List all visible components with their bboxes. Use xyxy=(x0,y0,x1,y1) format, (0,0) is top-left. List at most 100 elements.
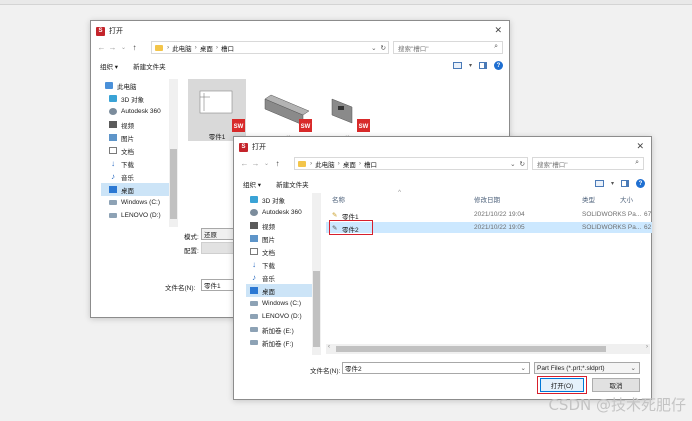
refresh-icon[interactable]: ↻ xyxy=(381,44,386,52)
column-name[interactable]: 名称 xyxy=(332,194,345,204)
download-icon: ↓ xyxy=(111,159,115,168)
organize-button[interactable]: 组织 ▾ xyxy=(100,61,118,71)
tree-item-documents[interactable]: 文档 xyxy=(101,144,169,157)
back-dialog-titlebar: S 打开 ✕ xyxy=(91,21,509,41)
front-dialog-titlebar: S 打开 ✕ xyxy=(234,137,651,157)
tree-item-videos[interactable]: 视频 xyxy=(101,118,169,131)
config-label: 配置: xyxy=(184,248,199,255)
drive-icon xyxy=(250,340,258,345)
breadcrumb-item[interactable]: 槽口 xyxy=(364,159,377,169)
new-folder-button[interactable]: 新建文件夹 xyxy=(133,61,166,71)
file-size: 62 xyxy=(644,224,652,231)
breadcrumb-item[interactable]: 此电脑 xyxy=(315,159,335,169)
view-options-icon[interactable] xyxy=(452,62,462,69)
help-icon[interactable]: ? xyxy=(636,179,645,188)
front-address-bar[interactable]: › 此电脑 › 桌面 › 槽口 ⌄ ↻ xyxy=(294,157,528,170)
help-icon[interactable]: ? xyxy=(494,61,503,70)
config-select[interactable] xyxy=(201,242,235,254)
tree-item-3d-objects[interactable]: 3D 对象 xyxy=(246,193,312,206)
3d-objects-icon xyxy=(250,196,258,203)
tree-item-drive-c[interactable]: Windows (C:) xyxy=(101,196,169,209)
tree-item-desktop[interactable]: 桌面 xyxy=(246,284,312,297)
column-type[interactable]: 类型 xyxy=(582,194,595,204)
chevron-down-icon[interactable]: ⌄ xyxy=(510,160,515,168)
tree-item-drive-c[interactable]: Windows (C:) xyxy=(246,297,312,310)
view-options-icon[interactable] xyxy=(594,180,604,187)
front-toolbar: 组织 ▾ 新建文件夹 ▾ ? xyxy=(234,177,651,191)
back-search-input[interactable]: 搜索"槽口" ⌕ xyxy=(393,41,503,54)
svg-text:SW: SW xyxy=(359,124,369,130)
new-folder-button[interactable]: 新建文件夹 xyxy=(276,179,309,189)
up-arrow-icon[interactable]: ↑ xyxy=(272,160,283,168)
tree-item-drive-e[interactable]: 新加卷 (E:) xyxy=(246,323,312,336)
table-row[interactable]: ✎ 零件1 2021/10/22 19:04 SOLIDWORKS Pa... … xyxy=(326,209,652,221)
drive-icon xyxy=(250,301,258,306)
video-icon xyxy=(250,222,258,229)
tree-item-videos[interactable]: 视频 xyxy=(246,219,312,232)
back-arrow-icon[interactable]: ← xyxy=(96,44,107,52)
tree-item-autodesk[interactable]: Autodesk 360 xyxy=(246,206,312,219)
file-type: SOLIDWORKS Pa... xyxy=(582,211,642,218)
column-date[interactable]: 修改日期 xyxy=(474,194,500,204)
tree-item-drive-f[interactable]: 新加卷 (F:) xyxy=(246,336,312,349)
music-icon: ♪ xyxy=(252,273,256,282)
scroll-left-icon[interactable]: ‹ xyxy=(328,344,330,350)
filetype-select[interactable]: Part Files (*.prt;*.sldprt) ⌄ xyxy=(534,362,640,374)
video-icon xyxy=(109,121,117,128)
tree-item-downloads[interactable]: ↓ 下载 xyxy=(101,157,169,170)
tree-item-3d-objects[interactable]: 3D 对象 xyxy=(101,92,169,105)
breadcrumb-item[interactable]: 槽口 xyxy=(221,43,234,53)
back-arrow-icon[interactable]: ← xyxy=(239,160,250,168)
chevron-down-icon[interactable]: ⌄ xyxy=(631,364,636,372)
close-icon[interactable]: ✕ xyxy=(636,142,644,151)
tree-item-pictures[interactable]: 图片 xyxy=(101,131,169,144)
tree-item-music[interactable]: ♪ 音乐 xyxy=(101,170,169,183)
organize-button[interactable]: 组织 ▾ xyxy=(243,179,261,189)
refresh-icon[interactable]: ↻ xyxy=(520,160,525,168)
chevron-down-icon[interactable]: ▾ xyxy=(611,180,614,187)
desktop-icon xyxy=(109,186,117,193)
filename-input[interactable]: 零件2 ⌄ xyxy=(342,362,530,374)
scroll-right-icon[interactable]: › xyxy=(646,344,648,350)
tree-item-drive-d[interactable]: LENOVO (D:) xyxy=(246,310,312,323)
tree-item-music[interactable]: ♪ 音乐 xyxy=(246,271,312,284)
filename-input[interactable]: 零件1 xyxy=(201,279,235,291)
front-tree-scrollbar[interactable] xyxy=(312,193,321,355)
file-date: 2021/10/22 19:04 xyxy=(474,211,525,218)
tree-item-autodesk[interactable]: Autodesk 360 xyxy=(101,105,169,118)
tree-item-pictures[interactable]: 图片 xyxy=(246,232,312,245)
cancel-button[interactable]: 取消 xyxy=(592,378,640,392)
up-arrow-icon[interactable]: ↑ xyxy=(129,44,140,52)
tree-item-drive-d[interactable]: LENOVO (D:) xyxy=(101,209,169,222)
file-list-h-scrollbar[interactable]: ‹ › xyxy=(326,344,650,354)
column-size[interactable]: 大小 xyxy=(620,194,633,204)
sw-badge: SW xyxy=(299,119,312,132)
forward-arrow-icon[interactable]: → xyxy=(107,44,118,52)
sw-badge: SW xyxy=(357,119,370,132)
chevron-down-icon[interactable]: ⌄ xyxy=(371,44,376,52)
breadcrumb-item[interactable]: 此电脑 xyxy=(172,43,192,53)
back-tree-scrollbar[interactable] xyxy=(169,79,178,227)
file-type: SOLIDWORKS Pa... xyxy=(582,224,642,231)
mode-select[interactable]: 还原 xyxy=(201,228,235,240)
close-icon[interactable]: ✕ xyxy=(494,26,502,35)
recent-chevron-icon[interactable]: ⌄ xyxy=(118,45,129,51)
breadcrumb-item[interactable]: 桌面 xyxy=(343,159,356,169)
preview-pane-icon[interactable] xyxy=(621,180,629,187)
table-row-selected[interactable]: ✎ 零件2 2021/10/22 19:05 SOLIDWORKS Pa... … xyxy=(326,222,652,234)
search-icon: ⌕ xyxy=(494,43,498,50)
recent-chevron-icon[interactable]: ⌄ xyxy=(261,161,272,167)
preview-pane-icon[interactable] xyxy=(479,62,487,69)
back-address-bar[interactable]: › 此电脑 › 桌面 › 槽口 ⌄ ↻ xyxy=(151,41,389,54)
tree-item-downloads[interactable]: ↓ 下载 xyxy=(246,258,312,271)
drive-icon xyxy=(109,200,117,205)
chevron-down-icon[interactable]: ▾ xyxy=(469,62,472,69)
tree-item-this-pc[interactable]: 此电脑 xyxy=(101,79,169,92)
tree-item-desktop[interactable]: 桌面 xyxy=(101,183,169,196)
forward-arrow-icon[interactable]: → xyxy=(250,160,261,168)
tree-item-documents[interactable]: 文档 xyxy=(246,245,312,258)
3d-objects-icon xyxy=(109,95,117,102)
front-search-input[interactable]: 搜索"槽口" ⌕ xyxy=(532,157,644,170)
breadcrumb-item[interactable]: 桌面 xyxy=(200,43,213,53)
chevron-down-icon[interactable]: ⌄ xyxy=(521,364,526,372)
